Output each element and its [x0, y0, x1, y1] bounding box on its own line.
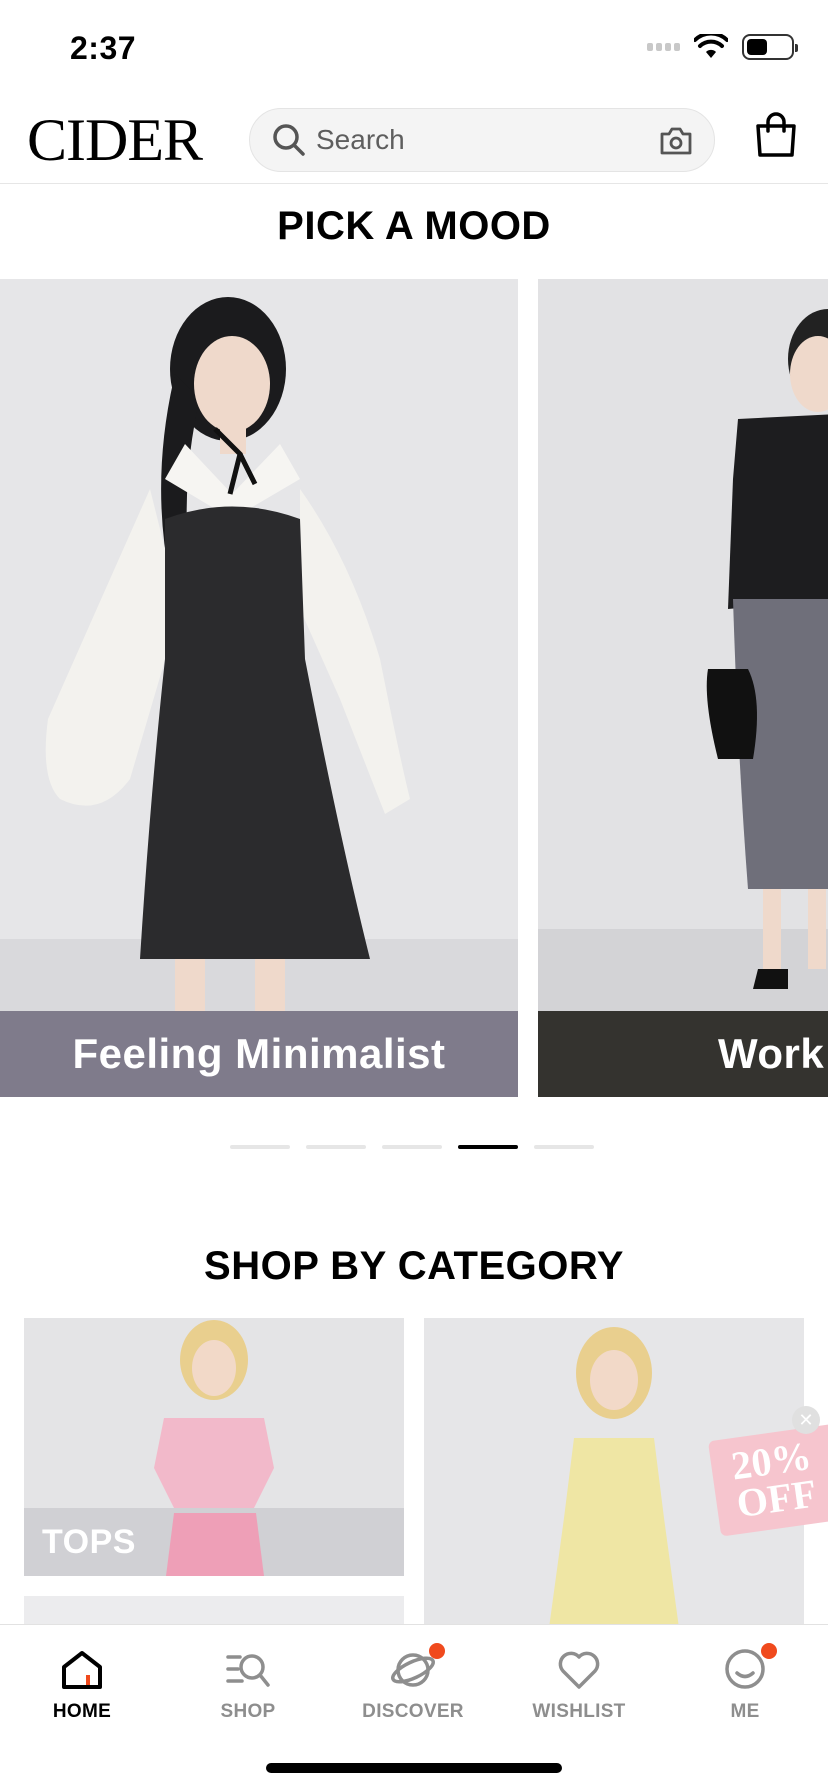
battery-icon	[742, 34, 798, 60]
shop-search-icon	[226, 1654, 270, 1687]
promo-close-icon[interactable]: ✕	[792, 1406, 820, 1434]
cellular-signal-icon	[647, 43, 680, 51]
tab-home[interactable]: HOME	[12, 1645, 152, 1723]
pagination-dot[interactable]	[382, 1145, 442, 1149]
battery-level	[747, 39, 767, 55]
mood-section-title: PICK A MOOD	[277, 204, 551, 248]
shopping-bag-icon[interactable]	[754, 112, 798, 158]
home-indicator[interactable]	[266, 1763, 562, 1773]
tab-label: DISCOVER	[362, 1701, 464, 1722]
wifi-icon	[694, 34, 728, 58]
pagination-dot[interactable]	[230, 1145, 290, 1149]
notification-badge	[429, 1643, 445, 1659]
carousel-pagination	[230, 1145, 594, 1149]
mood-card-label: Work W	[538, 1011, 828, 1097]
tab-me[interactable]: ME	[675, 1643, 815, 1723]
mood-card[interactable]: Work W	[538, 279, 828, 1097]
search-bar[interactable]	[249, 108, 715, 172]
tab-label: HOME	[52, 1701, 112, 1722]
status-time: 2:37	[70, 30, 137, 66]
mood-photo	[538, 279, 828, 1011]
camera-icon[interactable]	[658, 125, 694, 157]
tab-discover[interactable]: DISCOVER	[343, 1643, 483, 1723]
category-section-title: SHOP BY CATEGORY	[204, 1244, 624, 1288]
pagination-dot[interactable]	[534, 1145, 594, 1149]
mood-card[interactable]: Feeling Minimalist	[0, 279, 518, 1097]
status-bar: 2:37	[0, 0, 828, 100]
search-icon	[273, 124, 305, 156]
promo-sticker[interactable]: 20% OFF	[706, 1423, 828, 1537]
category-label: TOPS	[42, 1523, 136, 1561]
mood-carousel[interactable]: Feeling Minimalist Work W	[0, 279, 828, 1097]
mood-card-label: Feeling Minimalist	[0, 1011, 518, 1097]
notification-badge	[761, 1643, 777, 1659]
tab-label: ME	[730, 1701, 760, 1722]
promo-line-2: OFF	[733, 1470, 820, 1527]
status-indicators	[647, 34, 798, 60]
heart-icon	[558, 1651, 600, 1689]
tab-shop[interactable]: SHOP	[178, 1645, 318, 1723]
top-header: CIDER	[0, 100, 828, 184]
cider-logo[interactable]: CIDER	[27, 108, 203, 172]
tab-wishlist[interactable]: WISHLIST	[509, 1645, 649, 1723]
home-icon	[62, 1651, 102, 1689]
mood-photo	[0, 279, 518, 1011]
pagination-dot[interactable]	[306, 1145, 366, 1149]
category-card-tops[interactable]: TOPS	[24, 1318, 404, 1576]
tab-label: WISHLIST	[532, 1701, 626, 1722]
search-input[interactable]	[316, 119, 616, 161]
tab-label: SHOP	[220, 1701, 276, 1722]
pagination-dot[interactable]	[458, 1145, 518, 1149]
promo-text: 20% OFF	[729, 1433, 820, 1527]
